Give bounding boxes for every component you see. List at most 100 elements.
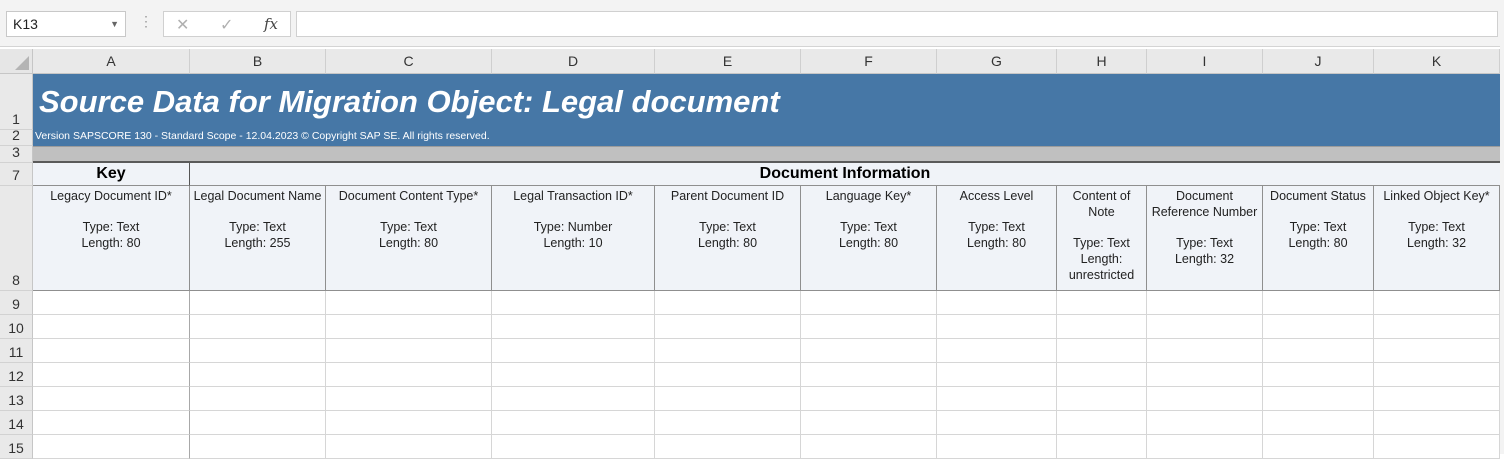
- cell[interactable]: [492, 363, 655, 387]
- row-header-3[interactable]: 3: [0, 144, 33, 163]
- sheet-title[interactable]: Source Data for Migration Object: Legal …: [39, 84, 780, 120]
- cell[interactable]: [1057, 363, 1147, 387]
- cell[interactable]: [1147, 363, 1263, 387]
- row-header-8[interactable]: 8: [0, 186, 33, 291]
- cell[interactable]: [492, 315, 655, 339]
- column-header-b[interactable]: B: [190, 49, 326, 74]
- cell[interactable]: [1374, 435, 1500, 459]
- row-header-12[interactable]: 12: [0, 363, 33, 387]
- cell[interactable]: [655, 291, 801, 315]
- cell[interactable]: [1374, 363, 1500, 387]
- row-header-15[interactable]: 15: [0, 435, 33, 459]
- cell[interactable]: [1374, 387, 1500, 411]
- column-header-c[interactable]: C: [326, 49, 492, 74]
- name-box[interactable]: K13 ▼: [6, 11, 126, 37]
- more-options-icon[interactable]: ⋮: [139, 13, 153, 30]
- row-header-10[interactable]: 10: [0, 315, 33, 339]
- cell[interactable]: [937, 387, 1057, 411]
- cell[interactable]: [1057, 411, 1147, 435]
- column-header-a[interactable]: A: [33, 49, 190, 74]
- column-header-i[interactable]: I: [1147, 49, 1263, 74]
- cell[interactable]: [492, 435, 655, 459]
- cell[interactable]: [190, 315, 326, 339]
- cell[interactable]: [801, 387, 937, 411]
- cell[interactable]: [190, 363, 326, 387]
- cell[interactable]: [1263, 435, 1374, 459]
- cell[interactable]: [326, 411, 492, 435]
- cell[interactable]: [801, 435, 937, 459]
- column-header-h[interactable]: H: [1057, 49, 1147, 74]
- cell[interactable]: [492, 291, 655, 315]
- field-header[interactable]: Document Content Type* Type: Text Length…: [326, 186, 492, 291]
- column-header-e[interactable]: E: [655, 49, 801, 74]
- cell[interactable]: [33, 435, 190, 459]
- cell[interactable]: [937, 315, 1057, 339]
- cell[interactable]: [190, 435, 326, 459]
- cell[interactable]: [1057, 291, 1147, 315]
- insert-function-icon[interactable]: fx: [264, 15, 278, 33]
- cell[interactable]: [1263, 363, 1374, 387]
- cell[interactable]: [190, 291, 326, 315]
- row-header-14[interactable]: 14: [0, 411, 33, 435]
- cell[interactable]: [1263, 387, 1374, 411]
- cell[interactable]: [1263, 315, 1374, 339]
- cell[interactable]: [1263, 411, 1374, 435]
- cell[interactable]: [1374, 339, 1500, 363]
- row-header-13[interactable]: 13: [0, 387, 33, 411]
- cell[interactable]: [326, 387, 492, 411]
- row-header-7[interactable]: 7: [0, 163, 33, 186]
- cell[interactable]: [190, 339, 326, 363]
- field-header[interactable]: Legal Transaction ID* Type: Number Lengt…: [492, 186, 655, 291]
- cell[interactable]: [655, 339, 801, 363]
- cell[interactable]: [655, 435, 801, 459]
- cell[interactable]: [1374, 411, 1500, 435]
- cell[interactable]: [1263, 339, 1374, 363]
- column-header-g[interactable]: G: [937, 49, 1057, 74]
- cell[interactable]: [801, 291, 937, 315]
- cell[interactable]: [937, 339, 1057, 363]
- cell[interactable]: [801, 411, 937, 435]
- cell[interactable]: [655, 315, 801, 339]
- cell[interactable]: [326, 291, 492, 315]
- select-all-button[interactable]: [0, 49, 33, 74]
- cell[interactable]: [1263, 291, 1374, 315]
- cell[interactable]: [655, 387, 801, 411]
- column-header-d[interactable]: D: [492, 49, 655, 74]
- column-header-j[interactable]: J: [1263, 49, 1374, 74]
- cell[interactable]: [492, 411, 655, 435]
- field-header[interactable]: Language Key* Type: Text Length: 80: [801, 186, 937, 291]
- field-header[interactable]: Document Status Type: Text Length: 80: [1263, 186, 1374, 291]
- chevron-down-icon[interactable]: ▼: [110, 12, 119, 36]
- row-header-11[interactable]: 11: [0, 339, 33, 363]
- row-header-1[interactable]: 1: [0, 74, 33, 130]
- cell[interactable]: [1374, 315, 1500, 339]
- cell[interactable]: [1057, 435, 1147, 459]
- cell[interactable]: [326, 339, 492, 363]
- cell[interactable]: [801, 363, 937, 387]
- cell[interactable]: [1147, 315, 1263, 339]
- cell[interactable]: [655, 363, 801, 387]
- cell[interactable]: [801, 315, 937, 339]
- cell[interactable]: [33, 411, 190, 435]
- version-note[interactable]: Version SAPSCORE 130 - Standard Scope - …: [35, 130, 490, 142]
- column-header-k[interactable]: K: [1374, 49, 1500, 74]
- field-header[interactable]: Legacy Document ID* Type: Text Length: 8…: [33, 186, 190, 291]
- cell[interactable]: [1057, 387, 1147, 411]
- cell[interactable]: [190, 411, 326, 435]
- cell[interactable]: [1057, 339, 1147, 363]
- cell[interactable]: [33, 315, 190, 339]
- cell[interactable]: [1057, 315, 1147, 339]
- cell[interactable]: [33, 339, 190, 363]
- field-header[interactable]: Content of Note Type: Text Length: unres…: [1057, 186, 1147, 291]
- cell[interactable]: [937, 291, 1057, 315]
- cell[interactable]: [326, 363, 492, 387]
- cell[interactable]: [1147, 339, 1263, 363]
- cell[interactable]: [1147, 435, 1263, 459]
- cell[interactable]: [937, 435, 1057, 459]
- cell[interactable]: [190, 387, 326, 411]
- cell[interactable]: [33, 363, 190, 387]
- cell[interactable]: [326, 435, 492, 459]
- field-header[interactable]: Parent Document ID Type: Text Length: 80: [655, 186, 801, 291]
- cell[interactable]: [655, 411, 801, 435]
- cell[interactable]: [492, 387, 655, 411]
